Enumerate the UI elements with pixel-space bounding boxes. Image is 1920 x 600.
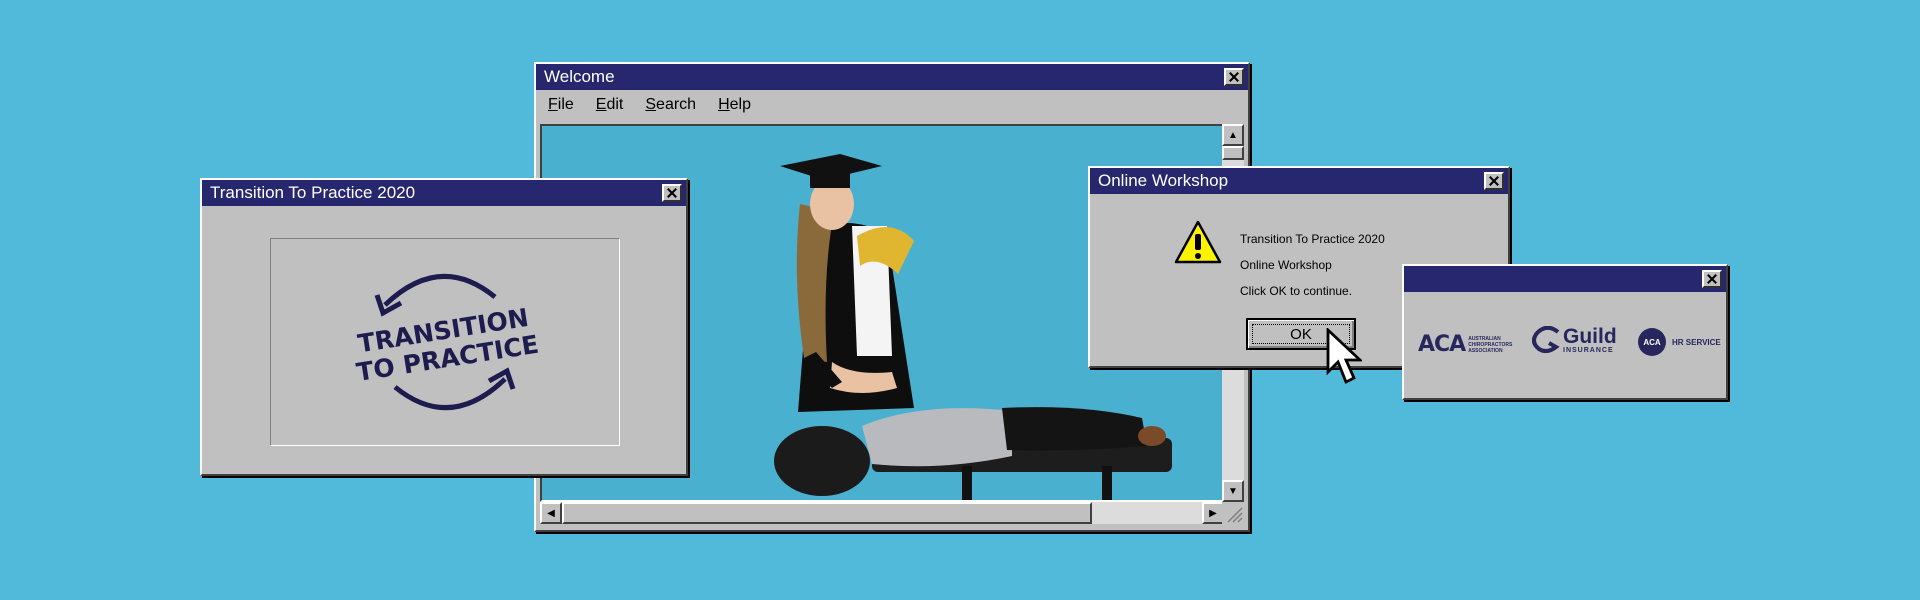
hr-badge: ACA <box>1638 328 1666 356</box>
transition-to-practice-logo: TRANSITION TO PRACTICE <box>354 274 541 410</box>
sponsors-titlebar[interactable] <box>1404 266 1726 292</box>
patient-foot <box>1138 426 1166 446</box>
scroll-left-button[interactable]: ◀ <box>540 502 562 524</box>
logo-panel: TRANSITION TO PRACTICE <box>270 238 620 446</box>
scroll-right-button[interactable]: ▶ <box>1202 502 1224 524</box>
workshop-title: Online Workshop <box>1098 171 1229 190</box>
guild-insurance-logo: Guild INSURANCE <box>1532 326 1617 354</box>
resize-grip-icon <box>1227 507 1243 523</box>
ok-button-label: OK <box>1290 325 1312 343</box>
guild-text: Guild INSURANCE <box>1563 324 1617 354</box>
transition-title: Transition To Practice 2020 <box>210 183 416 202</box>
mortarboard-base <box>810 172 850 188</box>
hr-text: HR SERVICE <box>1672 337 1721 347</box>
mouse-pointer-icon <box>1326 328 1362 384</box>
guild-sub: INSURANCE <box>1563 346 1614 354</box>
transition-window: Transition To Practice 2020 TRANSITION T… <box>200 178 688 476</box>
welcome-titlebar[interactable]: Welcome <box>536 64 1248 90</box>
aca-text-line3: ASSOCIATION <box>1468 347 1503 354</box>
vertical-scroll-thumb[interactable] <box>1222 146 1244 160</box>
bottom-arc <box>393 377 507 410</box>
sponsors-close-button[interactable] <box>1702 270 1722 288</box>
guild-swirl-icon <box>1532 326 1560 354</box>
workshop-close-button[interactable] <box>1484 172 1504 190</box>
guild-name: Guild <box>1563 324 1617 348</box>
menu-file[interactable]: File <box>548 96 574 114</box>
patient-hair <box>774 426 870 496</box>
menu-edit[interactable]: Edit <box>596 96 624 114</box>
patient-shirt <box>862 408 1012 467</box>
aca-mark: ACA <box>1418 332 1466 357</box>
menu-search[interactable]: Search <box>645 96 696 114</box>
menu-bar: File Edit Search Help <box>536 90 1248 120</box>
table-leg <box>1102 466 1112 500</box>
patient-legs <box>1002 407 1147 451</box>
top-arc <box>383 274 497 307</box>
aca-hr-service-logo: ACA HR SERVICE <box>1638 328 1721 356</box>
workshop-message: Transition To Practice 2020 Online Works… <box>1240 226 1385 304</box>
menu-help[interactable]: Help <box>718 96 751 114</box>
workshop-titlebar[interactable]: Online Workshop <box>1090 168 1508 194</box>
message-line1: Transition To Practice 2020 <box>1240 232 1385 246</box>
resize-grip[interactable] <box>1222 502 1244 524</box>
transition-titlebar[interactable]: Transition To Practice 2020 <box>202 180 686 206</box>
aca-logo: ACA AUSTRALIAN CHIROPRACTORS ASSOCIATION <box>1418 332 1512 357</box>
welcome-close-button[interactable] <box>1224 68 1244 86</box>
transition-close-button[interactable] <box>662 184 682 202</box>
message-line2: Online Workshop <box>1240 258 1332 272</box>
horizontal-scrollbar[interactable]: ◀ ▶ <box>540 502 1224 524</box>
sponsors-window: ACA AUSTRALIAN CHIROPRACTORS ASSOCIATION… <box>1402 264 1728 400</box>
warning-icon <box>1174 220 1222 264</box>
scroll-up-button[interactable]: ▲ <box>1222 124 1244 146</box>
table-leg <box>962 466 972 500</box>
scroll-down-button[interactable]: ▼ <box>1222 480 1244 502</box>
message-line3: Click OK to continue. <box>1240 284 1353 298</box>
aca-text: AUSTRALIAN CHIROPRACTORS ASSOCIATION <box>1468 336 1512 354</box>
welcome-title: Welcome <box>544 67 615 86</box>
horizontal-scroll-thumb[interactable] <box>562 502 1092 524</box>
